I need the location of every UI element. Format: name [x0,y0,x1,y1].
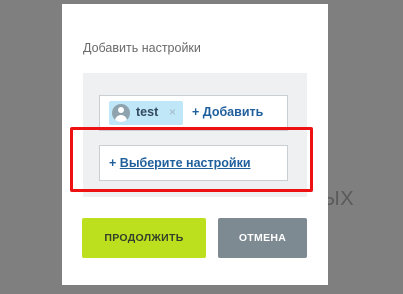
modal-title: Добавить настройки [83,41,201,55]
user-avatar-icon [112,104,130,122]
selected-tags-field: test × + Добавить [99,95,288,131]
tag-label: test [136,105,159,119]
cancel-button[interactable]: ОТМЕНА [218,218,307,258]
tag-remove-icon[interactable]: × [169,105,176,119]
continue-button[interactable]: ПРОДОЛЖИТЬ [82,218,206,258]
highlight-box [70,127,313,192]
add-link[interactable]: + Добавить [192,105,263,119]
tag-test[interactable]: test × [109,101,183,125]
